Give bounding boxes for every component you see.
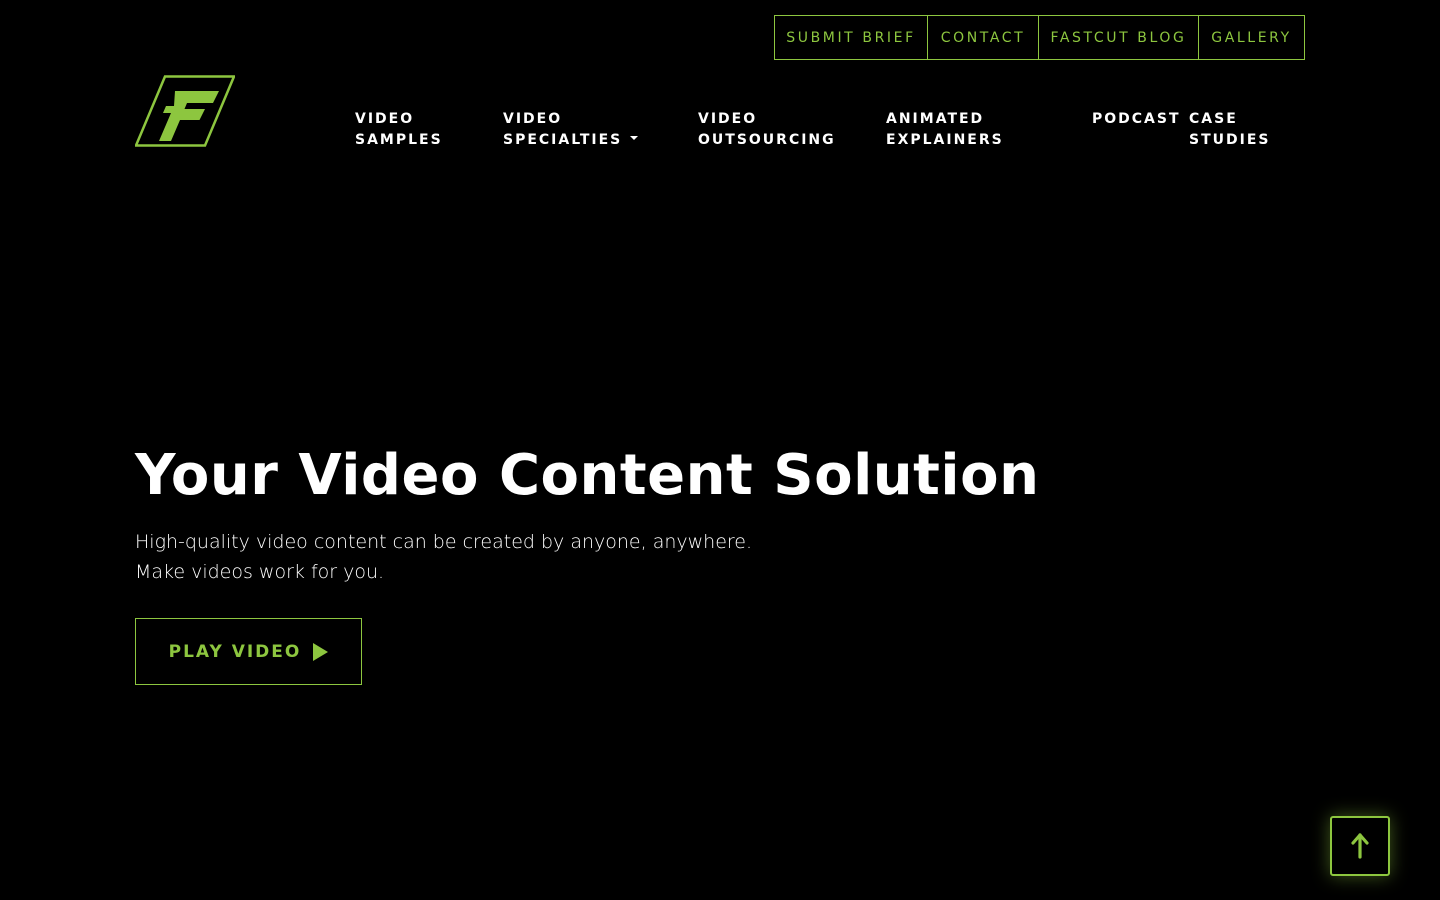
nav-label-line1: PODCAST bbox=[1092, 111, 1181, 127]
nav-label-line2: EXPLAINERS bbox=[886, 132, 1004, 148]
nav-video-specialties[interactable]: VIDEO SPECIALTIES bbox=[503, 109, 639, 151]
nav-label-line1: VIDEO bbox=[503, 111, 563, 127]
scroll-to-top-button[interactable] bbox=[1330, 816, 1390, 876]
hero-subtitle-line1: High-quality video content can be create… bbox=[135, 531, 753, 553]
play-video-label: PLAY VIDEO bbox=[168, 641, 302, 662]
nav-label-line1: VIDEO bbox=[355, 111, 415, 127]
nav-label-line2: STUDIES bbox=[1189, 132, 1271, 148]
page: SUBMIT BRIEF CONTACT FASTCUT BLOG GALLER… bbox=[0, 0, 1440, 900]
nav-label-line2: SPECIALTIES bbox=[503, 130, 639, 151]
nav-label-line1: ANIMATED bbox=[886, 111, 985, 127]
hero-subtitle-line2: Make videos work for you. bbox=[135, 561, 385, 583]
main-nav: VIDEO SAMPLES VIDEO SPECIALTIES VIDEO OU… bbox=[0, 109, 1440, 159]
play-video-button[interactable]: PLAY VIDEO bbox=[135, 618, 362, 685]
nav-label-text: SPECIALTIES bbox=[503, 132, 623, 148]
contact-link[interactable]: CONTACT bbox=[927, 15, 1039, 60]
play-icon bbox=[313, 642, 329, 661]
hero-subtitle: High-quality video content can be create… bbox=[135, 527, 752, 587]
fastcut-blog-link[interactable]: FASTCUT BLOG bbox=[1038, 15, 1199, 60]
arrow-up-icon bbox=[1351, 833, 1369, 859]
nav-video-outsourcing[interactable]: VIDEO OUTSOURCING bbox=[698, 109, 836, 151]
gallery-link[interactable]: GALLERY bbox=[1198, 15, 1305, 60]
nav-label-line1: VIDEO bbox=[698, 111, 758, 127]
nav-label-line2: OUTSOURCING bbox=[698, 132, 836, 148]
hero-title: Your Video Content Solution bbox=[135, 443, 1040, 508]
utility-nav: SUBMIT BRIEF CONTACT FASTCUT BLOG GALLER… bbox=[774, 15, 1305, 60]
nav-video-samples[interactable]: VIDEO SAMPLES bbox=[355, 109, 443, 151]
caret-down-icon bbox=[630, 136, 639, 140]
nav-label-line1: CASE bbox=[1189, 111, 1238, 127]
nav-podcast[interactable]: PODCAST bbox=[1092, 109, 1181, 130]
submit-brief-link[interactable]: SUBMIT BRIEF bbox=[774, 15, 928, 60]
nav-animated-explainers[interactable]: ANIMATED EXPLAINERS bbox=[886, 109, 1004, 151]
nav-case-studies[interactable]: CASE STUDIES bbox=[1189, 109, 1270, 151]
nav-label-line2: SAMPLES bbox=[355, 132, 443, 148]
